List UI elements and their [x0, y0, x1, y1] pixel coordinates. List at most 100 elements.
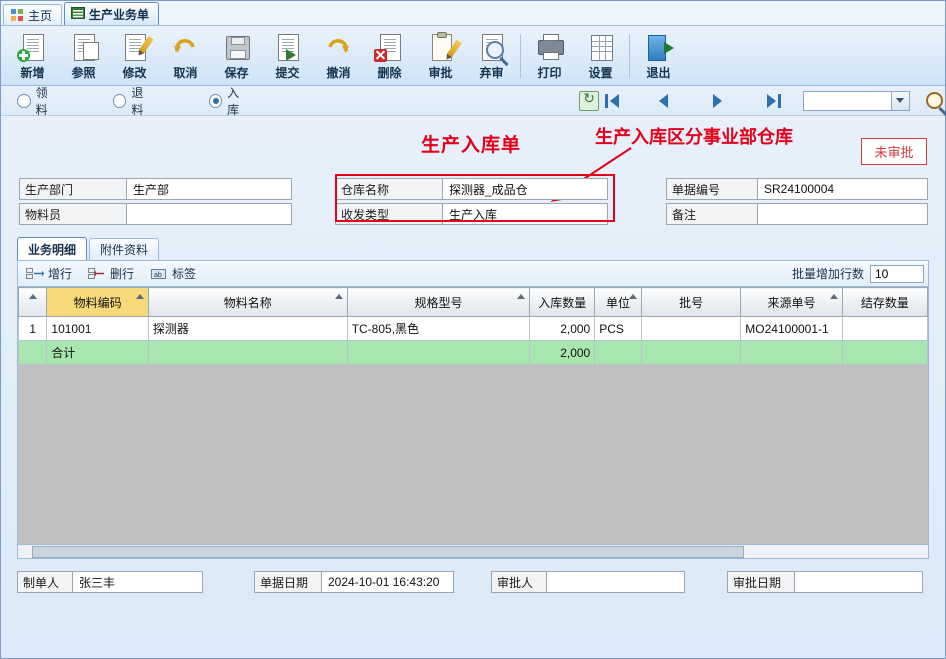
last-record-icon[interactable]: [767, 93, 783, 109]
field-approve-date[interactable]: 审批日期: [727, 571, 923, 593]
chevron-down-icon[interactable]: [891, 92, 909, 110]
column-header-spec[interactable]: 规格型号: [347, 288, 530, 317]
value-document-date[interactable]: 2024-10-01 16:43:20: [322, 571, 454, 593]
summary-blank-unit: [595, 341, 642, 365]
tab-attachments[interactable]: 附件资料: [89, 238, 159, 260]
toolbar-label-cancel: 取消: [173, 64, 197, 81]
toolbar-button-settings[interactable]: 设置: [575, 28, 626, 84]
label-button[interactable]: ab 标签: [150, 265, 196, 282]
field-approver[interactable]: 审批人: [491, 571, 685, 593]
cell-batch[interactable]: [641, 317, 740, 341]
cell-balance[interactable]: [842, 317, 927, 341]
field-maker[interactable]: 制单人 张三丰: [17, 571, 203, 593]
tab-business-detail[interactable]: 业务明细: [17, 237, 87, 260]
toolbar-label-save: 保存: [224, 64, 248, 81]
summary-label: 合计: [47, 341, 148, 365]
column-header-material-name[interactable]: 物料名称: [148, 288, 347, 317]
radio-dot-in: [209, 94, 223, 108]
label-approve-date: 审批日期: [727, 571, 795, 593]
value-production-department[interactable]: 生产部: [127, 178, 292, 200]
field-remark[interactable]: 备注: [666, 203, 928, 225]
refresh-icon[interactable]: [579, 91, 598, 111]
annotation-form-title: 生产入库单: [421, 130, 521, 157]
field-production-department[interactable]: 生产部门 生产部: [19, 178, 292, 200]
field-warehouse-name[interactable]: 仓库名称 探测器_成品仓: [335, 178, 608, 200]
toolbar-button-delete[interactable]: 删除: [364, 28, 415, 84]
delete-row-button[interactable]: 删行: [88, 265, 134, 282]
find-icon[interactable]: [924, 91, 945, 111]
grid-header-row: 物料编码 物料名称 规格型号 入库数量 单位 批号 来源单号 结存数量: [19, 288, 928, 317]
undo-arrow-icon: [171, 32, 201, 62]
toolbar-button-save[interactable]: 保存: [211, 28, 262, 84]
batch-add-rows-input[interactable]: [870, 265, 924, 283]
radio-dot-issue: [17, 94, 31, 108]
toolbar-button-revoke[interactable]: 撤消: [313, 28, 364, 84]
field-material-clerk[interactable]: 物料员: [19, 203, 292, 225]
first-record-icon[interactable]: [605, 93, 621, 109]
toolbar-button-submit[interactable]: 提交: [262, 28, 313, 84]
column-header-qty[interactable]: 入库数量: [530, 288, 595, 317]
value-remark[interactable]: [758, 203, 928, 225]
add-row-label: 增行: [48, 265, 72, 282]
mode-and-navigation-bar: 领料 退料 入库: [1, 86, 945, 116]
grid-scrollbar-thumb[interactable]: [32, 546, 744, 558]
tab-production-order[interactable]: 生产业务单: [64, 2, 159, 25]
toolbar-button-print[interactable]: 打印: [524, 28, 575, 84]
summary-blank-spec: [347, 341, 530, 365]
tab-home[interactable]: 主页: [3, 4, 62, 25]
cell-spec[interactable]: TC-805,黑色: [347, 317, 530, 341]
add-row-button[interactable]: 增行: [26, 265, 72, 282]
value-receipt-type[interactable]: 生产入库: [443, 203, 608, 225]
column-header-source-no[interactable]: 来源单号: [741, 288, 842, 317]
cell-material-code[interactable]: 101001: [47, 317, 148, 341]
radio-issue-material[interactable]: 领料: [17, 84, 59, 118]
column-header-select[interactable]: [19, 288, 47, 317]
grid-horizontal-scrollbar[interactable]: [17, 545, 929, 559]
value-document-number[interactable]: SR24100004: [758, 178, 928, 200]
cell-source-no[interactable]: MO24100001-1: [741, 317, 842, 341]
column-header-material-code[interactable]: 物料编码: [47, 288, 148, 317]
record-search-combo[interactable]: [803, 91, 910, 111]
tab-production-order-label: 生产业务单: [89, 6, 149, 23]
label-document-number: 单据编号: [666, 178, 758, 200]
column-header-unit[interactable]: 单位: [595, 288, 642, 317]
toolbar-button-modify[interactable]: 修改: [109, 28, 160, 84]
value-material-clerk[interactable]: [127, 203, 292, 225]
value-maker[interactable]: 张三丰: [73, 571, 203, 593]
field-receipt-type[interactable]: 收发类型 生产入库: [335, 203, 608, 225]
detail-grid[interactable]: 物料编码 物料名称 规格型号 入库数量 单位 批号 来源单号 结存数量 1 10…: [17, 287, 929, 545]
cell-material-name[interactable]: 探测器: [148, 317, 347, 341]
radio-return-material[interactable]: 退料: [113, 84, 155, 118]
toolbar-button-reference[interactable]: 参照: [58, 28, 109, 84]
previous-record-icon[interactable]: [659, 93, 675, 109]
toolbar-button-cancel[interactable]: 取消: [160, 28, 211, 84]
radio-warehouse-in[interactable]: 入库: [209, 84, 251, 118]
exit-door-icon: [644, 32, 674, 62]
toolbar-button-unapprove[interactable]: 弃审: [466, 28, 517, 84]
unapprove-search-icon: [477, 32, 507, 62]
value-approve-date[interactable]: [795, 571, 923, 593]
toolbar-button-exit[interactable]: 退出: [633, 28, 684, 84]
next-record-icon[interactable]: [713, 93, 729, 109]
value-approver[interactable]: [547, 571, 685, 593]
grid-icon: [71, 7, 85, 21]
delete-row-label: 删行: [110, 265, 134, 282]
toolbar-button-new[interactable]: 新增: [7, 28, 58, 84]
grid-toolbar: 增行 删行 ab 标签 批量增加行数: [17, 261, 929, 287]
column-header-balance[interactable]: 结存数量: [842, 288, 927, 317]
label-tag-icon: ab: [150, 267, 168, 281]
value-warehouse-name[interactable]: 探测器_成品仓: [443, 178, 608, 200]
cell-unit[interactable]: PCS: [595, 317, 642, 341]
summary-blank-source: [741, 341, 842, 365]
tab-home-label: 主页: [28, 7, 52, 24]
table-row[interactable]: 1 101001 探测器 TC-805,黑色 2,000 PCS MO24100…: [19, 317, 928, 341]
field-document-number[interactable]: 单据编号 SR24100004: [666, 178, 928, 200]
label-warehouse-name: 仓库名称: [335, 178, 443, 200]
settings-grid-icon: [586, 32, 616, 62]
cell-qty[interactable]: 2,000: [530, 317, 595, 341]
annotation-layer: 生产入库单 生产入库区分事业部仓库 未审批: [1, 116, 945, 178]
main-toolbar: 新增 参照 修改 取消: [1, 26, 945, 86]
field-document-date[interactable]: 单据日期 2024-10-01 16:43:20: [254, 571, 454, 593]
column-header-batch[interactable]: 批号: [641, 288, 740, 317]
toolbar-button-approve[interactable]: 审批: [415, 28, 466, 84]
